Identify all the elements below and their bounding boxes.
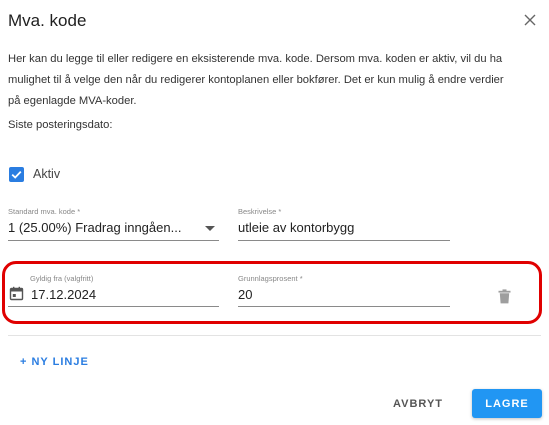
description-underline <box>238 240 450 241</box>
calendar-icon[interactable] <box>9 286 24 301</box>
cancel-button[interactable]: AVBRYT <box>384 390 452 418</box>
standard-vat-code-select[interactable]: 1 (25.00%) Fradrag inngåen... <box>8 220 181 235</box>
dialog-description: Her kan du legge til eller redigere en e… <box>8 53 504 107</box>
valid-from-input[interactable]: 17.12.2024 <box>31 287 96 302</box>
description-label: Beskrivelse * <box>238 207 282 216</box>
valid-from-label: Gyldig fra (valgfritt) <box>30 274 94 283</box>
last-posting-date-label: Siste posteringsdato: <box>8 119 113 131</box>
basis-percent-input[interactable]: 20 <box>238 287 252 302</box>
save-button[interactable]: LAGRE <box>472 389 542 418</box>
standard-vat-code-label: Standard mva. kode * <box>8 207 81 216</box>
active-checkbox[interactable] <box>9 167 24 182</box>
description-input[interactable]: utleie av kontorbygg <box>238 220 354 235</box>
valid-from-underline <box>8 306 219 307</box>
divider <box>8 335 541 336</box>
check-icon <box>11 170 22 179</box>
page-title: Mva. kode <box>8 11 87 30</box>
basis-percent-underline <box>238 306 450 307</box>
active-label: Aktiv <box>33 167 61 181</box>
close-icon[interactable] <box>522 12 538 28</box>
standard-vat-code-underline <box>8 240 219 241</box>
add-line-button[interactable]: + NY LINJE <box>20 356 89 368</box>
chevron-down-icon[interactable] <box>205 226 215 231</box>
basis-percent-label: Grunnlagsprosent * <box>238 274 303 283</box>
trash-icon[interactable] <box>498 289 511 304</box>
